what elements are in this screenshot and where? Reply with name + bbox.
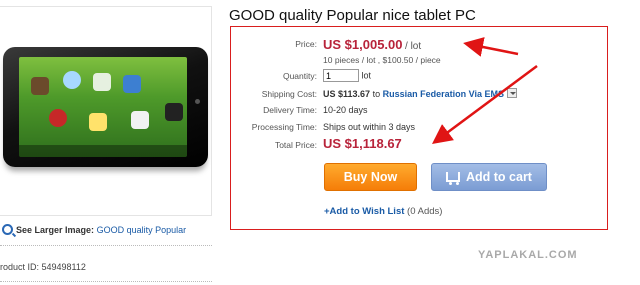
price-value: US $1,005.00 bbox=[323, 37, 403, 52]
app-icon bbox=[93, 73, 111, 91]
watermark-text: YAPLAKAL.COM bbox=[478, 249, 578, 261]
product-image-frame[interactable] bbox=[0, 6, 212, 216]
cart-icon bbox=[446, 172, 460, 185]
price-per-piece: 10 pieces / lot , $100.50 / piece bbox=[323, 55, 441, 65]
magnifier-icon[interactable] bbox=[2, 224, 13, 235]
purchase-panel: Price: US $1,005.00 / lot 10 pieces / lo… bbox=[230, 26, 608, 230]
tablet-dock bbox=[19, 145, 187, 157]
quantity-unit: lot bbox=[361, 70, 372, 81]
processing-value: Ships out within 3 days bbox=[323, 122, 416, 132]
processing-label: Processing Time: bbox=[251, 122, 317, 132]
app-icon bbox=[123, 75, 141, 93]
shipping-to: to bbox=[372, 89, 381, 99]
product-id: roduct ID: 549498112 bbox=[0, 262, 86, 272]
app-icon bbox=[63, 71, 81, 89]
add-to-wishlist-link[interactable]: +Add to Wish List bbox=[324, 206, 404, 217]
shipping-group: US $113.67 to Russian Federation Via EMS bbox=[323, 88, 517, 99]
delivery-label: Delivery Time: bbox=[263, 105, 317, 115]
wishlist-row: +Add to Wish List (0 Adds) bbox=[324, 206, 442, 217]
see-larger-image: See Larger Image: GOOD quality Popular bbox=[2, 224, 186, 235]
quantity-input[interactable] bbox=[323, 69, 359, 82]
shipping-label: Shipping Cost: bbox=[261, 89, 317, 99]
shipping-destination-select[interactable]: Russian Federation Via EMS bbox=[383, 89, 504, 99]
divider bbox=[0, 281, 212, 282]
price-value-group: US $1,005.00 / lot bbox=[323, 37, 421, 52]
buy-now-label: Buy Now bbox=[343, 170, 398, 184]
divider bbox=[0, 245, 212, 246]
tablet-camera bbox=[195, 99, 200, 104]
app-icon bbox=[49, 109, 67, 127]
product-gallery: See Larger Image: GOOD quality Popular r… bbox=[0, 0, 212, 285]
shipping-cost: US $113.67 bbox=[323, 89, 371, 99]
delivery-value: 10-20 days bbox=[323, 105, 368, 115]
add-to-cart-label: Add to cart bbox=[466, 170, 532, 184]
wishlist-count: (0 Adds) bbox=[407, 206, 443, 217]
price-unit: / lot bbox=[405, 41, 422, 52]
see-larger-label: See Larger Image: bbox=[16, 225, 95, 235]
see-larger-link[interactable]: GOOD quality Popular bbox=[97, 225, 187, 235]
quantity-group: lot bbox=[323, 69, 371, 82]
buy-now-button[interactable]: Buy Now bbox=[324, 163, 417, 191]
product-title: GOOD quality Popular nice tablet PC bbox=[229, 7, 476, 24]
app-icon bbox=[31, 77, 49, 95]
add-to-cart-button[interactable]: Add to cart bbox=[431, 163, 547, 191]
app-icon bbox=[165, 103, 183, 121]
chevron-down-icon[interactable] bbox=[506, 88, 517, 98]
tablet-product-image[interactable] bbox=[3, 47, 208, 167]
tablet-screen bbox=[19, 57, 187, 157]
app-icon bbox=[131, 111, 149, 129]
total-price: US $1,118.67 bbox=[323, 136, 402, 151]
total-label: Total Price: bbox=[274, 140, 317, 150]
price-label: Price: bbox=[295, 39, 317, 49]
app-icon bbox=[89, 113, 107, 131]
quantity-label: Quantity: bbox=[282, 71, 317, 81]
